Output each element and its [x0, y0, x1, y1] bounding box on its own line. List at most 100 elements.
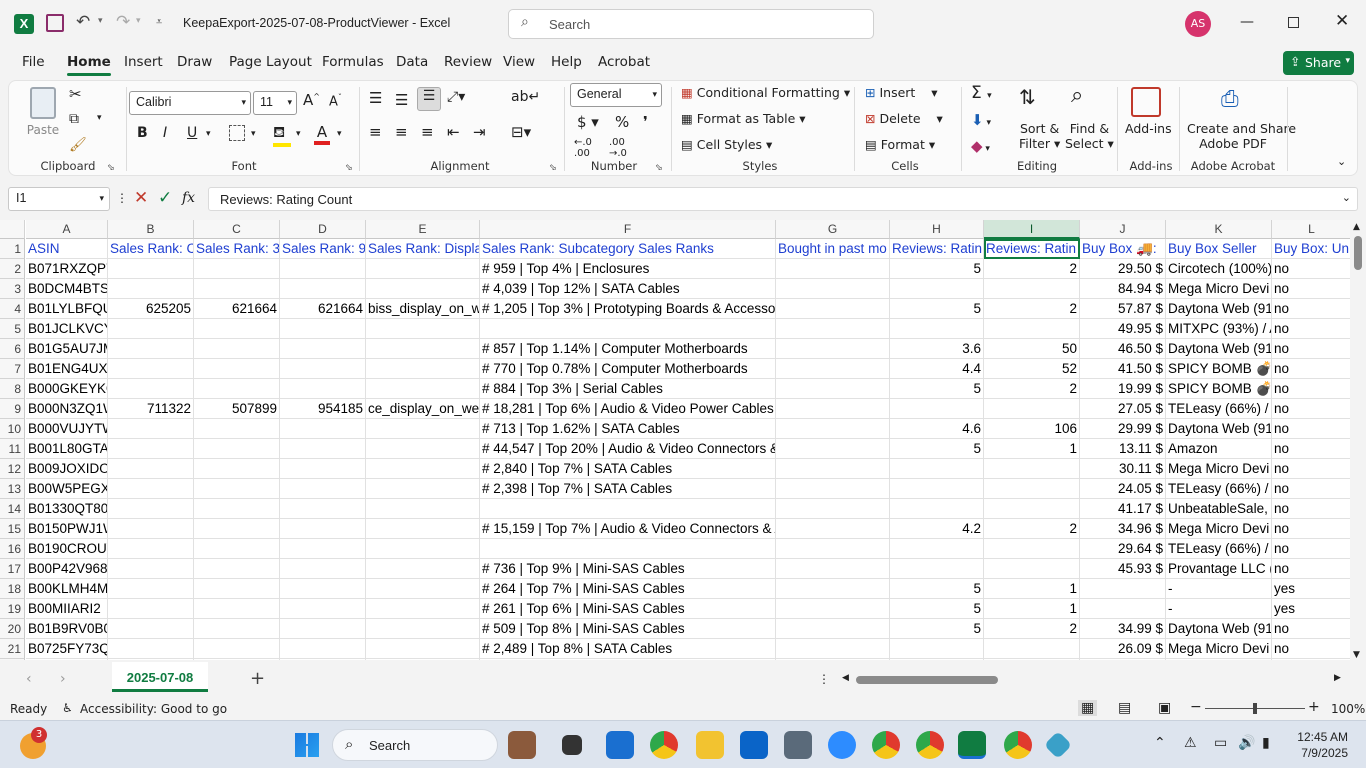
table-cell[interactable]: 1	[984, 579, 1080, 599]
excel-taskbar-icon[interactable]	[958, 731, 986, 759]
table-cell[interactable]	[366, 459, 480, 479]
align-right-icon[interactable]: ≡	[421, 123, 434, 141]
zoom-out-icon[interactable]: −	[1190, 699, 1202, 715]
sort-filter-icon[interactable]: ⇅	[1019, 85, 1036, 109]
format-as-table-button[interactable]: ▦ Format as Table ▾	[681, 111, 806, 126]
table-cell[interactable]: no	[1272, 479, 1350, 499]
chrome-profile-3-icon[interactable]	[1004, 731, 1032, 759]
table-cell[interactable]	[890, 279, 984, 299]
table-cell[interactable]	[366, 619, 480, 639]
table-cell[interactable]: B0725FY73Q	[26, 639, 108, 659]
percent-icon[interactable]: %	[615, 113, 629, 131]
table-cell[interactable]	[890, 479, 984, 499]
tab-review[interactable]: Review	[444, 54, 492, 70]
table-cell[interactable]	[108, 419, 194, 439]
table-cell[interactable]	[366, 279, 480, 299]
table-cell[interactable]: B000N3ZQ1W	[26, 399, 108, 419]
table-cell[interactable]: no	[1272, 359, 1350, 379]
table-cell[interactable]	[108, 599, 194, 619]
chrome-profile-icon[interactable]	[872, 731, 900, 759]
accessibility-icon[interactable]: ♿	[62, 701, 73, 715]
tab-acrobat[interactable]: Acrobat	[598, 54, 650, 70]
task-view-icon[interactable]	[562, 735, 582, 755]
clock[interactable]: 12:45 AM 7/9/2025	[1292, 729, 1348, 761]
table-cell[interactable]: # 44,547 | Top 20% | Audio & Video Conne…	[480, 439, 776, 459]
app-diamond-icon[interactable]	[1043, 730, 1073, 760]
find-select-button[interactable]: Find & Select ▾	[1065, 121, 1114, 151]
sheet-tab-active[interactable]: 2025-07-08	[112, 662, 208, 692]
table-cell[interactable]: # 770 | Top 0.78% | Computer Motherboard…	[480, 359, 776, 379]
borders-dropdown-icon[interactable]: ▾	[251, 129, 256, 139]
table-cell[interactable]	[776, 399, 890, 419]
file-explorer-icon[interactable]	[696, 731, 724, 759]
empty-cell[interactable]	[26, 659, 108, 660]
create-pdf-button[interactable]: Create and Share Adobe PDF	[1187, 121, 1296, 151]
table-cell[interactable]	[776, 539, 890, 559]
table-cell[interactable]: no	[1272, 559, 1350, 579]
table-cell[interactable]: # 857 | Top 1.14% | Computer Motherboard…	[480, 339, 776, 359]
table-cell[interactable]: no	[1272, 499, 1350, 519]
table-cell[interactable]	[366, 539, 480, 559]
column-header-f[interactable]: F	[480, 220, 776, 239]
table-cell[interactable]	[776, 619, 890, 639]
table-cell[interactable]: yes	[1272, 599, 1350, 619]
table-cell[interactable]: biss_display_on_w	[366, 299, 480, 319]
table-cell[interactable]: 34.96 $	[1080, 519, 1166, 539]
table-cell[interactable]	[108, 359, 194, 379]
table-cell[interactable]	[108, 519, 194, 539]
table-cell[interactable]	[776, 599, 890, 619]
empty-cell[interactable]	[776, 659, 890, 660]
table-cell[interactable]	[366, 559, 480, 579]
table-cell[interactable]	[194, 319, 280, 339]
table-cell[interactable]: no	[1272, 439, 1350, 459]
table-cell[interactable]: ce_display_on_we	[366, 399, 480, 419]
table-cell[interactable]: B00MIIARI2	[26, 599, 108, 619]
table-cell[interactable]: # 261 | Top 6% | Mini-SAS Cables	[480, 599, 776, 619]
table-cell[interactable]: # 18,281 | Top 6% | Audio & Video Power …	[480, 399, 776, 419]
wrap-text-icon[interactable]: ab↵	[511, 89, 540, 105]
table-cell[interactable]	[280, 319, 366, 339]
table-cell[interactable]: 106	[984, 419, 1080, 439]
table-cell[interactable]: 49.95 $	[1080, 319, 1166, 339]
table-cell[interactable]	[280, 459, 366, 479]
customize-toolbar-icon[interactable]: ⩡	[156, 15, 162, 29]
table-cell[interactable]: B00P42V968	[26, 559, 108, 579]
table-cell[interactable]	[366, 519, 480, 539]
minimize-button[interactable]: —	[1240, 14, 1254, 30]
empty-cell[interactable]	[984, 659, 1080, 660]
redo-icon[interactable]: ↷	[116, 12, 130, 32]
table-cell[interactable]	[280, 499, 366, 519]
table-cell[interactable]	[108, 459, 194, 479]
format-cells-button[interactable]: ▤ Format ▾	[865, 137, 935, 152]
table-cell[interactable]: # 884 | Top 3% | Serial Cables	[480, 379, 776, 399]
add-sheet-icon[interactable]: +	[250, 668, 265, 689]
table-cell[interactable]	[108, 479, 194, 499]
outlook-icon[interactable]	[740, 731, 768, 759]
tab-help[interactable]: Help	[551, 54, 582, 70]
table-cell[interactable]: 2	[984, 259, 1080, 279]
table-cell[interactable]	[194, 379, 280, 399]
row-header[interactable]: 20	[0, 619, 25, 639]
bold-button[interactable]: B	[137, 125, 148, 141]
table-cell[interactable]	[280, 279, 366, 299]
zoom-slider[interactable]	[1205, 703, 1305, 714]
table-cell[interactable]: 1	[984, 599, 1080, 619]
table-cell[interactable]: TELeasy (66%) / A	[1166, 479, 1272, 499]
font-color-icon[interactable]: A	[314, 123, 330, 145]
table-cell[interactable]: no	[1272, 259, 1350, 279]
table-cell[interactable]: 30.11 $	[1080, 459, 1166, 479]
table-cell[interactable]	[776, 459, 890, 479]
table-cell[interactable]	[108, 579, 194, 599]
chrome-icon[interactable]	[650, 731, 678, 759]
clear-icon[interactable]: ◆ ▾	[971, 137, 990, 155]
table-cell[interactable]: 13.11 $	[1080, 439, 1166, 459]
table-cell[interactable]	[194, 419, 280, 439]
font-color-dropdown-icon[interactable]: ▾	[337, 129, 342, 139]
column-header-c[interactable]: C	[194, 220, 280, 239]
header-cell[interactable]: Sales Rank: 30	[194, 239, 280, 259]
table-cell[interactable]: TELeasy (66%) / A	[1166, 539, 1272, 559]
row-header[interactable]: 1	[0, 239, 25, 259]
table-cell[interactable]: UnbeatableSale,	[1166, 499, 1272, 519]
table-cell[interactable]	[366, 439, 480, 459]
table-cell[interactable]	[984, 539, 1080, 559]
